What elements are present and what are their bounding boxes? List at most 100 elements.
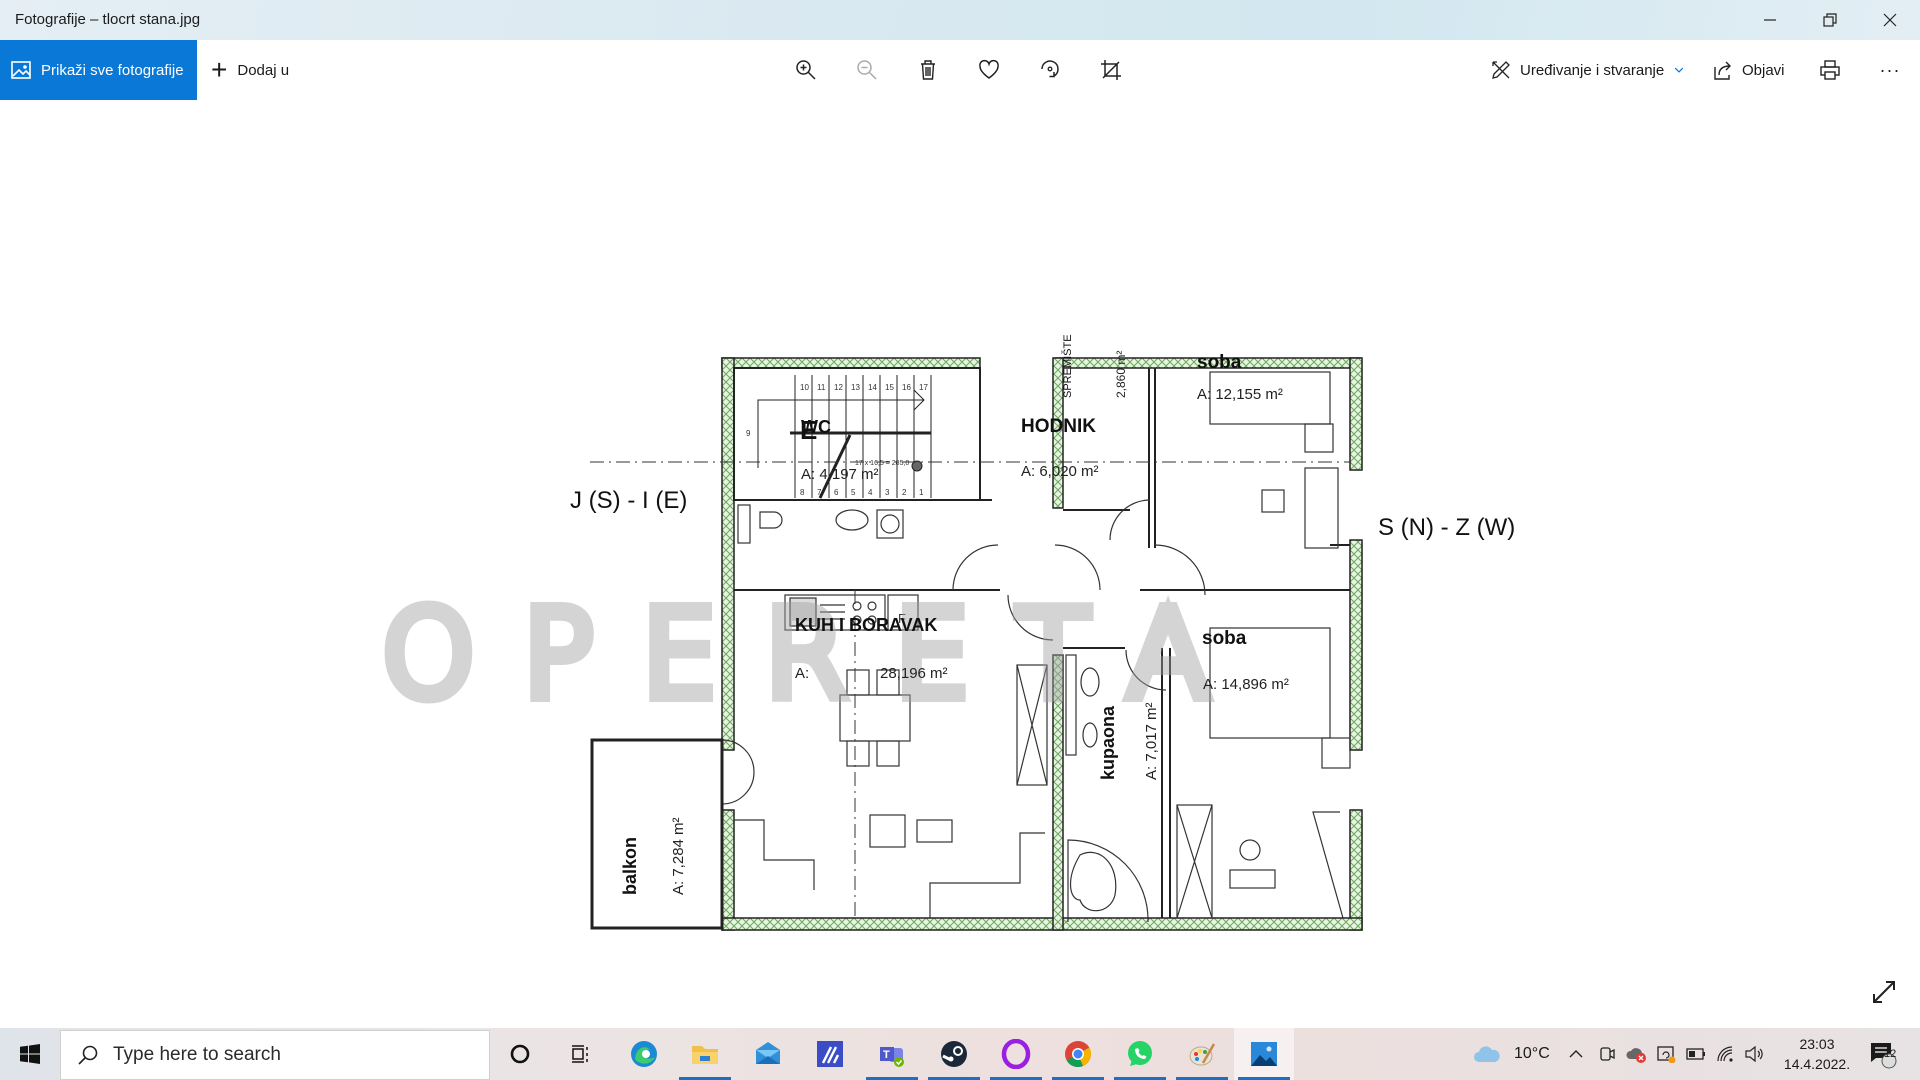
paint-palette-icon <box>1189 1043 1216 1066</box>
wc-fixtures <box>737 504 904 544</box>
taskbar-app-whatsapp[interactable] <box>1110 1028 1170 1080</box>
whatsapp-icon <box>1128 1041 1152 1066</box>
room-area-prefix: A: <box>795 665 810 682</box>
taskbar-app-chrome[interactable] <box>1048 1028 1108 1080</box>
tray-network[interactable] <box>1716 1028 1734 1080</box>
tray-meet-now[interactable] <box>1598 1028 1616 1080</box>
taskbar-app-photos[interactable] <box>1234 1028 1294 1080</box>
taskbar-app-mail[interactable] <box>738 1028 798 1080</box>
start-button[interactable] <box>0 1028 60 1080</box>
delete-button[interactable] <box>908 50 948 90</box>
tray-onedrive-error[interactable] <box>1626 1028 1648 1080</box>
room-name-balcony: balkon <box>620 836 640 895</box>
taskbar: Type here to search T 10°C 23:03 14.4.20… <box>0 1028 1920 1080</box>
more-icon: ··· <box>1879 59 1901 80</box>
stair-number: 12 <box>834 383 843 392</box>
stair-number: 13 <box>851 383 860 392</box>
share-label: Objavi <box>1742 61 1785 79</box>
favorite-button[interactable] <box>969 50 1009 90</box>
show-all-photos-label: Prikaži sve fotografije <box>41 61 184 79</box>
task-view-icon <box>572 1045 588 1063</box>
weather-widget[interactable]: 10°C <box>1472 1028 1550 1080</box>
zoom-in-button[interactable] <box>786 50 826 90</box>
notification-count: 12 <box>1884 1048 1897 1060</box>
heart-icon <box>979 59 999 79</box>
room-area-kitchen-living: 28,196 m² <box>880 665 948 682</box>
room-area-hallway: A: 6,020 m² <box>1021 463 1099 480</box>
title-bar: Fotografije – tlocrt stana.jpg <box>0 0 1920 40</box>
taskbar-app-paint[interactable] <box>1172 1028 1232 1080</box>
weather-temperature: 10°C <box>1514 1045 1550 1062</box>
stair-number: 11 <box>817 383 826 392</box>
plus-icon: + <box>211 54 228 85</box>
stair-number: 8 <box>800 488 805 497</box>
add-to-label: Dodaj u <box>237 61 290 79</box>
crop-button[interactable] <box>1091 50 1131 90</box>
search-icon <box>78 1045 98 1065</box>
minimize-icon <box>1764 19 1776 21</box>
stair-number: 15 <box>885 383 894 392</box>
close-button[interactable] <box>1860 0 1920 40</box>
direction-label-north-west: S (N) - Z (W) <box>1378 514 1516 541</box>
edit-create-label: Uređivanje i stvaranje <box>1520 61 1665 79</box>
fullscreen-expand-icon[interactable] <box>1870 978 1898 1006</box>
room-name-bedroom-2: soba <box>1202 628 1247 649</box>
room-area-storage: 2,860 m² <box>1114 350 1128 398</box>
cortana-icon <box>510 1044 530 1064</box>
cloud-icon <box>1474 1046 1500 1062</box>
tray-battery[interactable] <box>1686 1028 1706 1080</box>
zoom-in-icon <box>796 60 816 80</box>
rotate-icon <box>1041 60 1059 78</box>
onedrive-error-icon <box>1626 1048 1646 1063</box>
crop-icon <box>1101 60 1121 80</box>
close-icon <box>1883 13 1897 27</box>
stair-number: 9 <box>746 429 751 438</box>
stair-number: 7 <box>817 488 822 497</box>
direction-label-south-east: J (S) - I (E) <box>570 487 688 514</box>
taskbar-clock[interactable]: 23:03 14.4.2022. <box>1774 1034 1860 1074</box>
minimize-button[interactable] <box>1740 0 1800 40</box>
show-all-photos-button[interactable]: Prikaži sve fotografije <box>0 40 197 100</box>
taskbar-app-affinity[interactable] <box>800 1028 860 1080</box>
image-viewer[interactable]: 10 11 12 13 14 15 16 17 8 7 6 5 4 3 2 1 … <box>0 100 1920 1028</box>
room-name-bedroom-1: soba <box>1197 352 1242 373</box>
restore-icon <box>1823 13 1837 27</box>
taskbar-app-opera[interactable] <box>986 1028 1046 1080</box>
edit-create-button[interactable]: Uređivanje i stvaranje <box>1490 40 1694 100</box>
taskbar-app-edge[interactable] <box>614 1028 674 1080</box>
chrome-icon <box>1065 1041 1092 1068</box>
clock-time: 23:03 <box>1799 1036 1835 1052</box>
balcony-outline <box>590 738 724 930</box>
share-icon <box>1714 61 1731 80</box>
task-view-button[interactable] <box>550 1028 610 1080</box>
rotate-button[interactable] <box>1030 50 1070 90</box>
tray-overflow-button[interactable] <box>1568 1028 1584 1080</box>
search-placeholder: Type here to search <box>113 1044 281 1065</box>
photo-icon <box>11 61 31 79</box>
opera-icon <box>1001 1039 1031 1069</box>
room-area-bedroom-1: A: 12,155 m² <box>1197 386 1283 403</box>
notification-center-button[interactable]: 12 <box>1868 1028 1898 1080</box>
chevron-up-icon <box>1569 1050 1583 1058</box>
room-area-balcony: A: 7,284 m² <box>670 817 687 895</box>
windows-logo-icon <box>20 1044 40 1064</box>
battery-icon <box>1686 1048 1705 1060</box>
room-area-wc: A: 4,197 m² <box>801 466 879 483</box>
cortana-button[interactable] <box>490 1028 550 1080</box>
zoom-out-button[interactable] <box>847 50 887 90</box>
restore-button[interactable] <box>1800 0 1860 40</box>
taskbar-search-box[interactable]: Type here to search <box>60 1030 490 1080</box>
more-options-button[interactable]: ··· <box>1870 50 1910 90</box>
meet-now-icon <box>1600 1047 1615 1061</box>
taskbar-app-file-explorer[interactable] <box>675 1028 735 1080</box>
stair-number: 5 <box>851 488 856 497</box>
taskbar-app-teams[interactable]: T <box>862 1028 922 1080</box>
print-button[interactable] <box>1810 50 1850 90</box>
stair-number: 14 <box>868 383 877 392</box>
tray-update-status[interactable] <box>1656 1028 1676 1080</box>
share-button[interactable]: Objavi <box>1712 40 1785 100</box>
add-to-button[interactable]: + Dodaj u <box>211 40 289 100</box>
tray-volume[interactable] <box>1744 1028 1764 1080</box>
taskbar-app-steam[interactable] <box>924 1028 984 1080</box>
steam-icon <box>941 1041 967 1067</box>
